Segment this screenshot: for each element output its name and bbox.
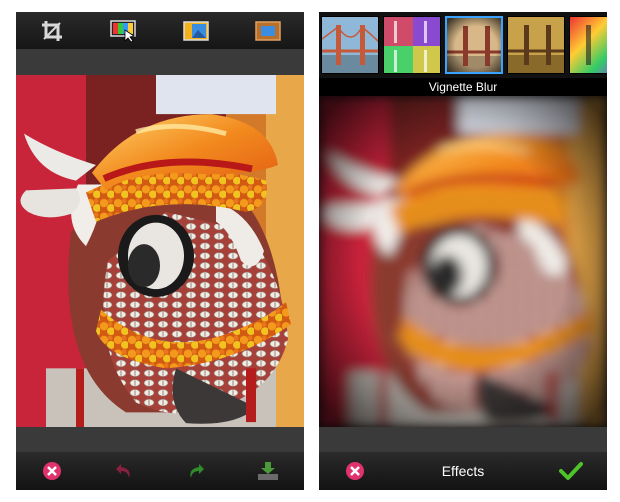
spacer-band — [16, 49, 304, 75]
effects-title: Effects — [441, 463, 485, 479]
frame-icon[interactable] — [248, 16, 288, 46]
thumb-effect-2[interactable] — [383, 16, 441, 74]
editor-toolbar — [16, 12, 304, 49]
image-adjust-icon[interactable] — [176, 16, 216, 46]
checkmark-icon[interactable] — [553, 456, 589, 486]
decorated-cow-photo — [16, 75, 304, 427]
photo-preview-blurred[interactable] — [319, 96, 607, 427]
effect-name-label: Vignette Blur — [319, 78, 607, 96]
redo-icon[interactable] — [178, 456, 214, 486]
cancel-icon[interactable] — [34, 456, 70, 486]
thumb-effect-5[interactable] — [569, 16, 607, 74]
editor-screen — [16, 12, 304, 490]
cancel-icon[interactable] — [337, 456, 373, 486]
thumb-effect-1[interactable] — [321, 16, 379, 74]
thumb-vignette-blur[interactable] — [445, 16, 503, 74]
effects-screen: Vignette Blur Effects — [319, 12, 607, 490]
editor-bottom-bar — [16, 452, 304, 490]
effects-bottom-bar: Effects — [319, 452, 607, 490]
spacer-band-bottom-right — [319, 427, 607, 452]
color-palette-icon[interactable] — [104, 16, 144, 46]
decorated-cow-photo-vignette — [319, 96, 607, 427]
crop-icon[interactable] — [32, 16, 72, 46]
undo-icon[interactable] — [106, 456, 142, 486]
thumb-effect-4[interactable] — [507, 16, 565, 74]
effects-filmstrip — [319, 12, 607, 78]
save-icon[interactable] — [250, 456, 286, 486]
photo-canvas[interactable] — [16, 75, 304, 427]
spacer-band-bottom — [16, 427, 304, 452]
